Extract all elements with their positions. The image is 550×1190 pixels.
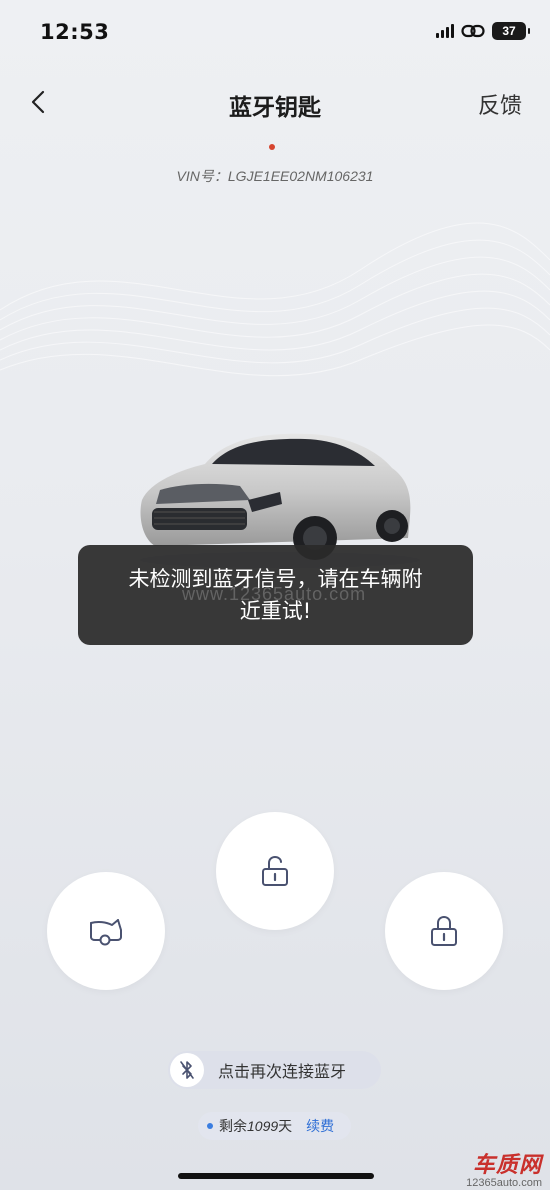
subscription-status: 剩余1099天 续费 <box>198 1112 351 1140</box>
unlock-button[interactable] <box>216 812 334 930</box>
trunk-button[interactable] <box>47 872 165 990</box>
status-bar: 12:53 37 <box>0 0 550 64</box>
battery-level: 37 <box>502 24 516 38</box>
home-indicator[interactable] <box>178 1173 374 1179</box>
nav-bar: 蓝牙钥匙 反馈 <box>0 80 550 124</box>
renew-link[interactable]: 续费 <box>306 1116 334 1136</box>
unlock-icon <box>262 855 288 886</box>
bluetooth-reconnect-button[interactable]: 点击再次连接蓝牙 <box>168 1051 381 1089</box>
remaining-days: 剩余1099天 <box>219 1116 292 1136</box>
bluetooth-off-icon <box>180 1061 194 1079</box>
lock-button[interactable] <box>385 872 503 990</box>
watermark: www.12365auto.com <box>182 584 367 604</box>
days-count: 1099 <box>247 1118 279 1134</box>
page-title: 蓝牙钥匙 <box>229 95 321 121</box>
link-icon <box>461 24 485 38</box>
feedback-button[interactable]: 反馈 <box>478 88 522 120</box>
logo-url: 12365auto.com <box>466 1177 542 1189</box>
bluetooth-reconnect-label: 点击再次连接蓝牙 <box>218 1062 347 1081</box>
background-waves <box>0 222 550 377</box>
bluetooth-icon-wrap <box>170 1053 204 1087</box>
battery-icon: 37 <box>492 22 530 40</box>
vin-text: VIN号：LGJE1EE02NM106231 <box>0 166 550 186</box>
remaining-prefix: 剩余 <box>219 1119 247 1135</box>
lock-icon <box>431 915 457 946</box>
cellular-signal-icon <box>436 24 454 38</box>
status-dot <box>207 1123 213 1129</box>
status-time: 12:53 <box>40 20 110 44</box>
page-indicator-dot <box>269 144 275 150</box>
logo-name: 车质网 <box>472 1153 542 1178</box>
trunk-icon <box>90 919 122 946</box>
site-logo: 车质网 12365auto.com <box>466 1147 542 1189</box>
vin-label: VIN号： <box>176 168 228 184</box>
vin-number: LGJE1EE02NM106231 <box>227 168 374 184</box>
status-icons: 37 <box>436 22 530 40</box>
days-unit: 天 <box>278 1119 293 1135</box>
